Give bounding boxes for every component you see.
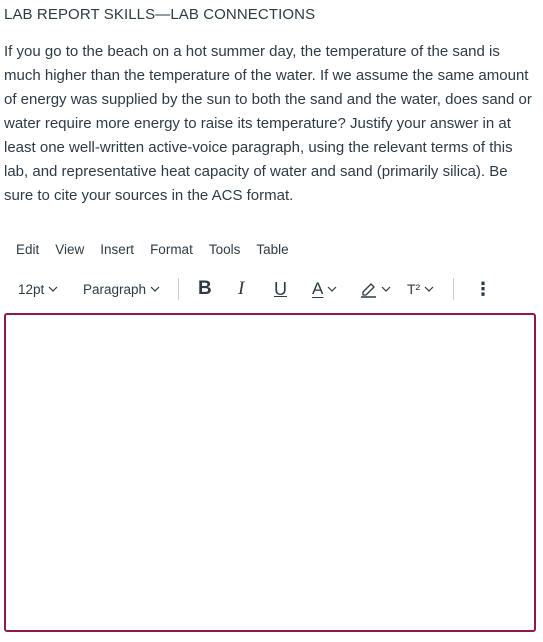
font-size-value: 12pt (18, 281, 45, 297)
chevron-down-icon (327, 286, 337, 292)
italic-button[interactable]: I (238, 274, 244, 304)
bold-button[interactable]: B (198, 274, 212, 304)
superscript-button[interactable]: T² (407, 274, 434, 304)
question-text: If you go to the beach on a hot summer d… (4, 43, 532, 204)
more-vertical-icon: ⋮ (474, 278, 492, 299)
menu-edit[interactable]: Edit (16, 242, 39, 257)
chevron-down-icon (381, 286, 391, 292)
underline-button[interactable]: U (274, 274, 287, 304)
menu-table[interactable]: Table (256, 242, 288, 257)
menu-tools[interactable]: Tools (209, 242, 241, 257)
menu-format[interactable]: Format (150, 242, 193, 257)
menu-insert[interactable]: Insert (100, 242, 134, 257)
question-title: LAB REPORT SKILLS—LAB CONNECTIONS (4, 6, 316, 23)
highlight-color-button[interactable] (360, 274, 391, 304)
chevron-down-icon (424, 286, 434, 292)
toolbar-separator (178, 278, 179, 300)
bold-icon: B (198, 278, 212, 299)
rich-text-editor-area[interactable] (4, 313, 536, 632)
underline-icon: U (274, 278, 287, 299)
text-color-button[interactable]: A (312, 274, 337, 304)
block-format-value: Paragraph (83, 281, 147, 297)
chevron-down-icon (150, 286, 160, 292)
editor-menubar: Edit View Insert Format Tools Table (16, 242, 305, 257)
text-color-icon: A (312, 279, 324, 298)
pencil-highlight-icon (361, 283, 376, 298)
italic-icon: I (238, 278, 245, 299)
more-options-button[interactable]: ⋮ (474, 274, 492, 304)
menu-view[interactable]: View (55, 242, 84, 257)
block-format-dropdown[interactable]: Paragraph (83, 274, 160, 304)
superscript-icon: T² (407, 281, 421, 297)
toolbar-separator (453, 278, 454, 300)
font-size-dropdown[interactable]: 12pt (18, 274, 58, 304)
chevron-down-icon (48, 286, 58, 292)
editor-toolbar: 12pt Paragraph B I U A T² ⋮ (0, 274, 543, 304)
